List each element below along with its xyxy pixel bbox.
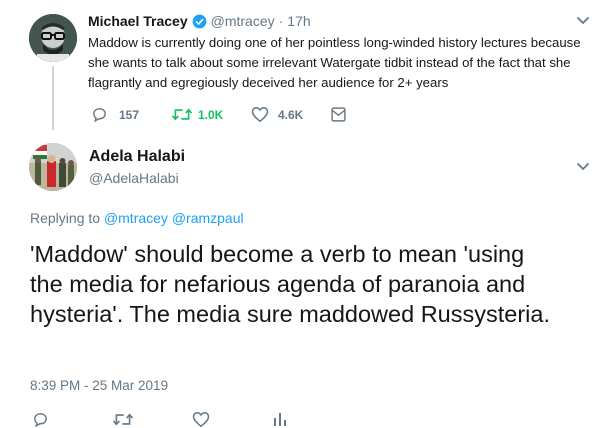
retweet-icon[interactable]: [112, 411, 134, 428]
main-tweet-text: 'Maddow' should become a verb to mean 'u…: [30, 241, 550, 327]
main-author-name[interactable]: Adela Halabi: [89, 148, 185, 166]
verified-badge-icon: [192, 14, 207, 29]
parent-separator: ·: [278, 13, 284, 29]
main-avatar[interactable]: [29, 143, 77, 191]
thread-connector-line: [52, 66, 54, 130]
parent-header: Michael Tracey @mtracey · 17h: [88, 12, 311, 30]
like-icon[interactable]: [192, 411, 210, 428]
replying-to-link-ramzpaul[interactable]: @ramzpaul: [172, 210, 244, 226]
reply-count: 157: [119, 108, 140, 122]
parent-tweet-text: Maddow is currently doing one of her poi…: [88, 35, 581, 90]
main-handle[interactable]: @AdelaHalabi: [89, 170, 179, 186]
parent-author-name[interactable]: Michael Tracey: [88, 13, 188, 29]
reply-icon[interactable]: [91, 106, 108, 123]
reply-icon[interactable]: [32, 411, 49, 428]
retweet-count: 1.0K: [198, 108, 224, 122]
parent-avatar[interactable]: [29, 14, 77, 62]
replying-to: Replying to @mtracey @ramzpaul: [30, 210, 244, 226]
parent-time[interactable]: 17h: [287, 13, 310, 29]
avatar-cartoon-icon: [29, 14, 77, 62]
analytics-icon[interactable]: [273, 411, 287, 427]
parent-action-bar: 157 1.0K 4.6K: [91, 106, 391, 124]
main-chevron-down-icon[interactable]: [576, 162, 590, 172]
replying-to-label: Replying to: [30, 210, 101, 226]
like-count: 4.6K: [278, 108, 304, 122]
like-icon[interactable]: [251, 106, 269, 123]
avatar-photo-icon: [29, 143, 77, 191]
message-icon[interactable]: [330, 106, 347, 123]
parent-chevron-down-icon[interactable]: [576, 16, 590, 26]
parent-handle[interactable]: @mtracey: [211, 13, 275, 29]
replying-to-link-mtracey[interactable]: @mtracey: [104, 210, 168, 226]
main-action-bar: [32, 411, 292, 428]
retweet-icon[interactable]: [171, 106, 193, 123]
main-timestamp[interactable]: 8:39 PM - 25 Mar 2019: [30, 378, 168, 393]
